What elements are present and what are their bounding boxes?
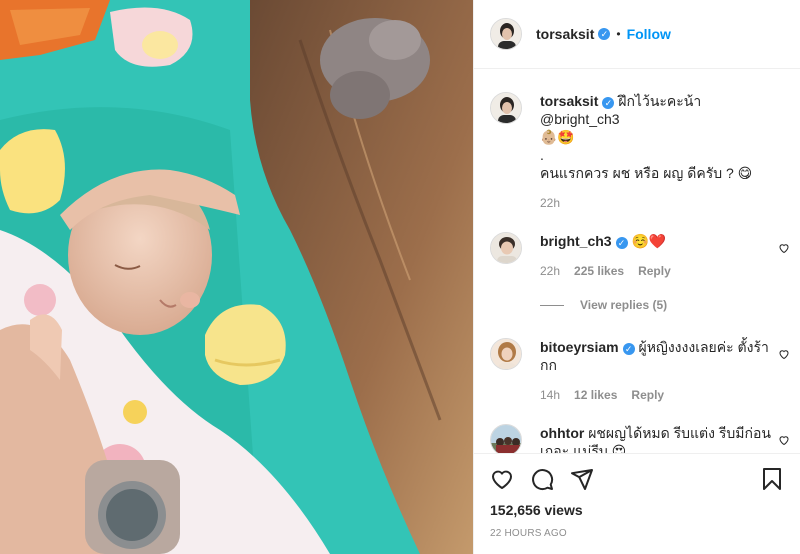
reply-button[interactable]: Reply [638, 262, 671, 280]
verified-badge-icon: ✓ [615, 237, 628, 249]
post-photo[interactable] [0, 0, 473, 554]
comment-meta: 14h 12 likes Reply [540, 386, 776, 404]
comment-like-heart-icon[interactable] [778, 242, 790, 254]
comment-avatar[interactable] [490, 338, 522, 370]
comment-like-heart-icon[interactable] [778, 434, 790, 446]
comment-item: bright_ch3 ✓ ☺️❤️ 22h 225 likes Reply [474, 232, 800, 280]
caption: torsaksit ✓ ฝึกไว้นะคะน้า @bright_ch3 👶🏼🤩… [474, 92, 800, 212]
comment-meta: 22h 225 likes Reply [540, 262, 776, 280]
comment-body: bright_ch3 ✓ ☺️❤️ 22h 225 likes Reply [540, 232, 776, 280]
comment-avatar[interactable] [490, 424, 522, 453]
comment-likes[interactable]: 225 likes [574, 262, 624, 280]
comment-likes[interactable]: 12 likes [574, 386, 617, 404]
view-count[interactable]: 152,656 views [490, 502, 784, 518]
caption-body: torsaksit ✓ ฝึกไว้นะคะน้า @bright_ch3 👶🏼🤩… [540, 92, 776, 212]
separator-dot: • [616, 27, 621, 41]
follow-button[interactable]: Follow [627, 26, 671, 42]
verified-badge-icon: ✓ [622, 343, 635, 355]
caption-username[interactable]: torsaksit [540, 93, 598, 109]
author-avatar[interactable] [490, 18, 522, 50]
caption-text-line2: . [540, 147, 544, 163]
comment-username[interactable]: bright_ch3 [540, 233, 612, 249]
view-replies-label: View replies (5) [580, 298, 668, 312]
post-actions: 152,656 views 22 HOURS AGO [474, 453, 800, 539]
comment-text: ☺️❤️ [631, 233, 667, 249]
comment-time[interactable]: 22h [540, 262, 560, 280]
comment-body: bitoeyrsiam ✓ ผู้หญิงงงงเลยค่ะ ตั้งร้ากก … [540, 338, 776, 404]
comment-username[interactable]: bitoeyrsiam [540, 339, 619, 355]
comment-body: ohhtor ผชผญได้หมด รีบแต่ง รีบมีก่อนเถอะ … [540, 424, 776, 453]
action-bar [490, 460, 784, 498]
post-viewer: torsaksit ✓ • Follow torsaksit ✓ ฝึกไว้นะ… [0, 0, 800, 554]
caption-text-line3: คนแรกควร ผช หรือ ผญ ดีครับ ? 😋 [540, 165, 753, 181]
view-replies-button[interactable]: View replies (5) [540, 298, 800, 312]
reply-button[interactable]: Reply [631, 386, 664, 404]
comment-avatar[interactable] [490, 232, 522, 264]
caption-emoji: 👶🏼🤩 [540, 129, 575, 145]
post-sidebar: torsaksit ✓ • Follow torsaksit ✓ ฝึกไว้นะ… [473, 0, 800, 554]
caption-meta: 22h [540, 194, 776, 212]
comment-username[interactable]: ohhtor [540, 425, 584, 441]
caption-avatar[interactable] [490, 92, 522, 124]
comment-like-heart-icon[interactable] [778, 348, 790, 360]
verified-badge-icon: ✓ [598, 28, 611, 40]
replies-divider [540, 304, 564, 306]
author-username[interactable]: torsaksit [536, 26, 594, 42]
comment-time[interactable]: 14h [540, 386, 560, 404]
comment-item: ohhtor ผชผญได้หมด รีบแต่ง รีบมีก่อนเถอะ … [474, 424, 800, 453]
post-timestamp[interactable]: 22 HOURS AGO [490, 528, 784, 539]
bookmark-icon[interactable] [760, 467, 784, 491]
verified-badge-icon: ✓ [602, 97, 615, 109]
heart-icon[interactable] [490, 467, 514, 491]
comment-item: bitoeyrsiam ✓ ผู้หญิงงงงเลยค่ะ ตั้งร้ากก … [474, 338, 800, 404]
comment-icon[interactable] [530, 467, 554, 491]
caption-time[interactable]: 22h [540, 194, 560, 212]
photo-illustration [0, 0, 473, 554]
comments-list[interactable]: torsaksit ✓ ฝึกไว้นะคะน้า @bright_ch3 👶🏼🤩… [474, 70, 800, 453]
post-header: torsaksit ✓ • Follow [474, 0, 800, 69]
share-icon[interactable] [570, 467, 594, 491]
